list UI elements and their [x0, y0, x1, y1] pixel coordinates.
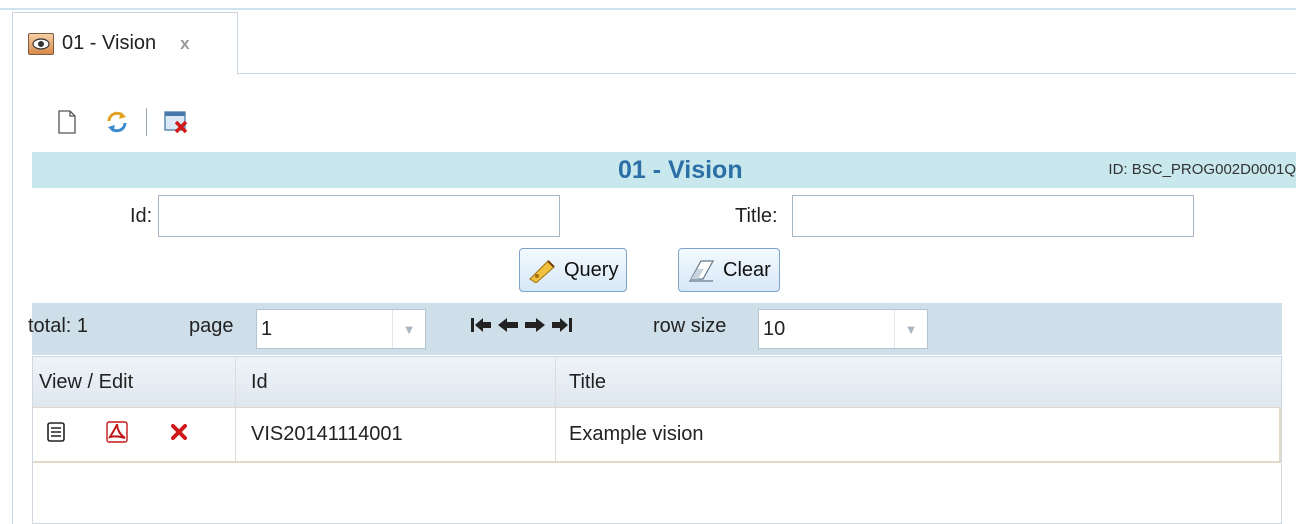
- last-page-icon[interactable]: [551, 316, 573, 334]
- toolbar-separator: [146, 108, 147, 136]
- query-button[interactable]: Query: [519, 248, 628, 292]
- column-divider: [555, 357, 556, 407]
- tab-close-icon[interactable]: x: [180, 34, 189, 54]
- title-band: 01 - Vision ID: BSC_PROG002D0001Q: [32, 152, 1296, 188]
- vision-eye-icon: [28, 32, 54, 55]
- table-row[interactable]: VIS20141114001 Example vision: [33, 407, 1281, 463]
- column-divider: [235, 357, 236, 407]
- column-header-title[interactable]: Title: [563, 357, 1263, 407]
- next-page-icon[interactable]: [524, 316, 546, 334]
- page-select-value: 1: [261, 317, 273, 340]
- query-button-label: Query: [564, 258, 619, 281]
- view-details-icon[interactable]: [47, 421, 65, 448]
- grid-header: View / Edit Id Title: [33, 357, 1281, 408]
- row-id-cell: VIS20141114001: [251, 423, 403, 445]
- column-header-id[interactable]: Id: [245, 357, 545, 407]
- column-header-view-edit[interactable]: View / Edit: [33, 357, 233, 407]
- id-label: Id:: [130, 205, 153, 227]
- pdf-icon[interactable]: [105, 420, 129, 450]
- tab-label: 01 - Vision: [62, 32, 157, 54]
- title-label: Title:: [735, 205, 778, 227]
- refresh-icon[interactable]: [102, 107, 132, 137]
- row-actions: [47, 408, 187, 461]
- chevron-down-icon[interactable]: ▼: [894, 310, 927, 348]
- toolbar: [52, 106, 191, 138]
- page-select[interactable]: 1 ▼: [256, 309, 426, 349]
- pager-bar: total: 1 page 1 ▼ row size 10 ▼: [28, 303, 1282, 355]
- first-page-icon[interactable]: [470, 316, 492, 334]
- tab-strip-border: [238, 73, 1296, 74]
- chevron-down-icon[interactable]: ▼: [392, 310, 425, 348]
- row-title-cell: Example vision: [569, 423, 704, 445]
- delete-icon[interactable]: [171, 423, 187, 446]
- row-size-select[interactable]: 10 ▼: [758, 309, 928, 349]
- page-label: page: [189, 315, 234, 337]
- tab-vision[interactable]: 01 - Vision x: [12, 12, 238, 74]
- clear-button[interactable]: Clear: [678, 248, 780, 292]
- page-navigation: [470, 316, 573, 334]
- program-id: ID: BSC_PROG002D0001Q: [1108, 161, 1296, 178]
- row-size-value: 10: [763, 317, 786, 340]
- row-size-label: row size: [653, 315, 727, 337]
- panel-left-border: [12, 74, 13, 524]
- query-icon: [528, 257, 558, 283]
- title-field[interactable]: [792, 195, 1194, 237]
- column-divider: [555, 408, 556, 461]
- total-count: total: 1: [28, 315, 89, 337]
- new-document-icon[interactable]: [52, 107, 82, 137]
- top-border: [0, 8, 1296, 10]
- id-field[interactable]: [158, 195, 560, 237]
- previous-page-icon[interactable]: [497, 316, 519, 334]
- results-grid: View / Edit Id Title VIS20141114001 Exam…: [32, 356, 1282, 524]
- clear-button-label: Clear: [723, 258, 771, 281]
- page-title: 01 - Vision: [618, 156, 743, 184]
- eraser-icon: [687, 257, 717, 283]
- close-all-icon[interactable]: [161, 107, 191, 137]
- column-divider: [235, 408, 236, 461]
